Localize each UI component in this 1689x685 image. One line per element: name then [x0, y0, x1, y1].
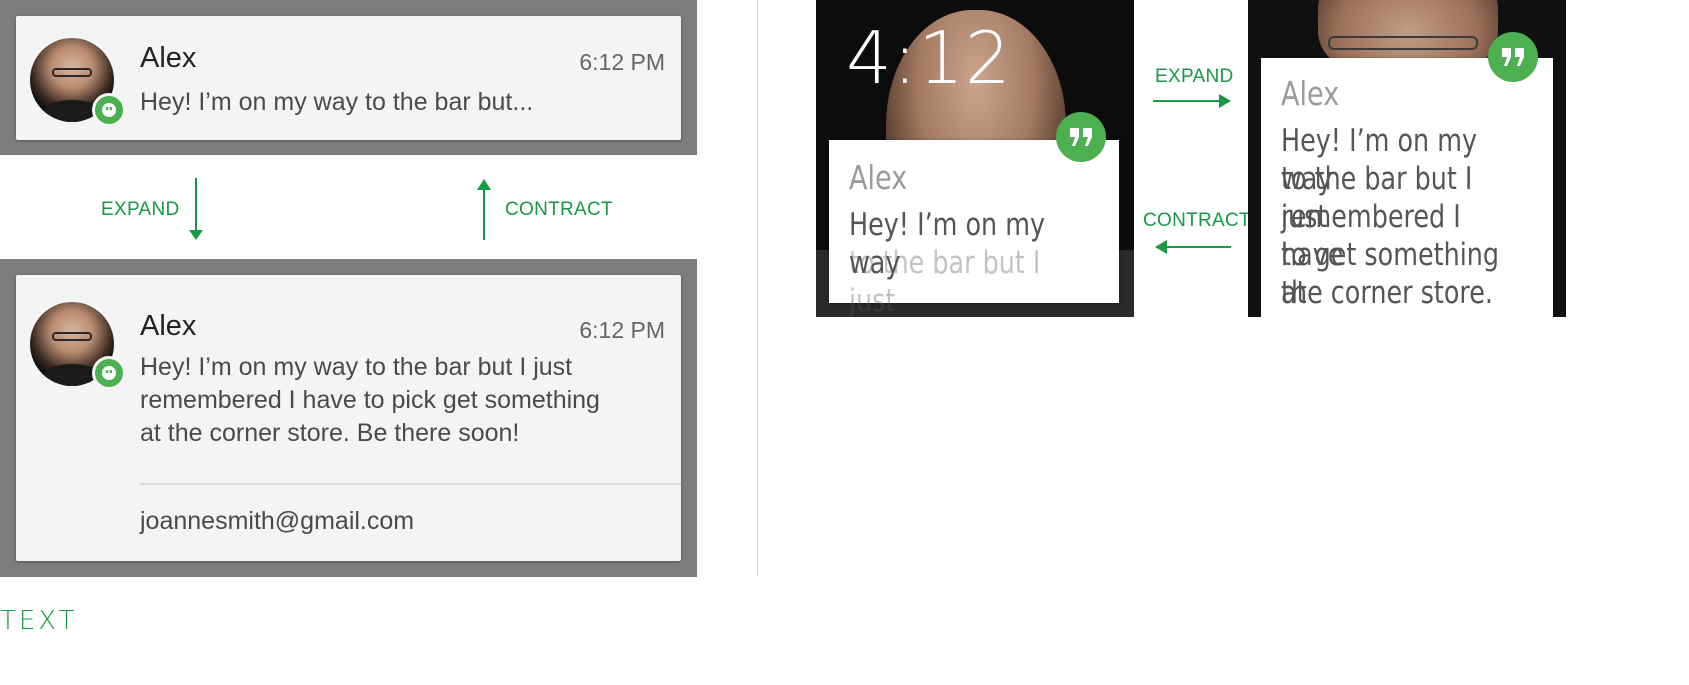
- message-line: the corner store.: [1281, 275, 1493, 311]
- arrow-left-icon: [1155, 240, 1231, 254]
- hangouts-icon: [92, 356, 126, 390]
- sender-name: Alex: [849, 158, 908, 197]
- watch-expanded-screen: Alex Hey! I’m on my way to the bar but I…: [1248, 0, 1566, 317]
- hangouts-icon: [92, 93, 126, 127]
- message-line: Hey! I’m on my way to the bar but I just: [140, 353, 573, 381]
- avatar-glasses: [52, 332, 92, 341]
- message-line: to the bar but I just: [849, 245, 1041, 317]
- arrow-up-icon: [477, 179, 491, 240]
- section-divider: [757, 0, 758, 577]
- expand-label: EXPAND: [1155, 66, 1234, 87]
- section-label: TEXT: [0, 606, 78, 636]
- divider: [140, 483, 681, 485]
- account-email: joannesmith@gmail.com: [140, 507, 415, 535]
- expanded-card[interactable]: Alex Hey! I’m on my way to the bar but I…: [1261, 58, 1553, 317]
- arrow-right-icon: [1153, 94, 1231, 108]
- clock-time: 4:12: [846, 16, 1012, 100]
- sender-name: Alex: [140, 310, 197, 342]
- notification-time: 6:12 PM: [579, 49, 665, 75]
- message-line: at the corner store. Be there soon!: [140, 419, 520, 447]
- message-preview: Hey! I’m on my way to the bar but...: [140, 88, 534, 116]
- arrow-down-icon: [189, 178, 203, 240]
- watch-peek-screen: 4:12 Alex Hey! I’m on my way to the bar …: [816, 0, 1134, 317]
- sender-name: Alex: [1281, 74, 1340, 113]
- quote-bubble-icon: [1056, 112, 1106, 162]
- quote-bubble-icon: [1488, 32, 1538, 82]
- collapsed-notification-card[interactable]: Alex 6:12 PM Hey! I’m on my way to the b…: [16, 16, 681, 140]
- expanded-notification-card[interactable]: Alex 6:12 PM Hey! I’m on my way to the b…: [16, 275, 681, 561]
- peek-card[interactable]: Alex Hey! I’m on my way to the bar but I…: [829, 140, 1119, 317]
- contract-label: CONTRACT: [1143, 210, 1251, 231]
- notification-time: 6:12 PM: [579, 317, 665, 343]
- message-line: remembered I have to pick get something: [140, 386, 600, 414]
- avatar-glasses: [52, 68, 92, 77]
- sender-name: Alex: [140, 42, 197, 74]
- contract-label: CONTRACT: [505, 199, 613, 220]
- message-body: Hey! I’m on my way to the bar but I just…: [140, 351, 660, 450]
- background-glasses: [1328, 36, 1478, 50]
- expand-label: EXPAND: [101, 199, 180, 220]
